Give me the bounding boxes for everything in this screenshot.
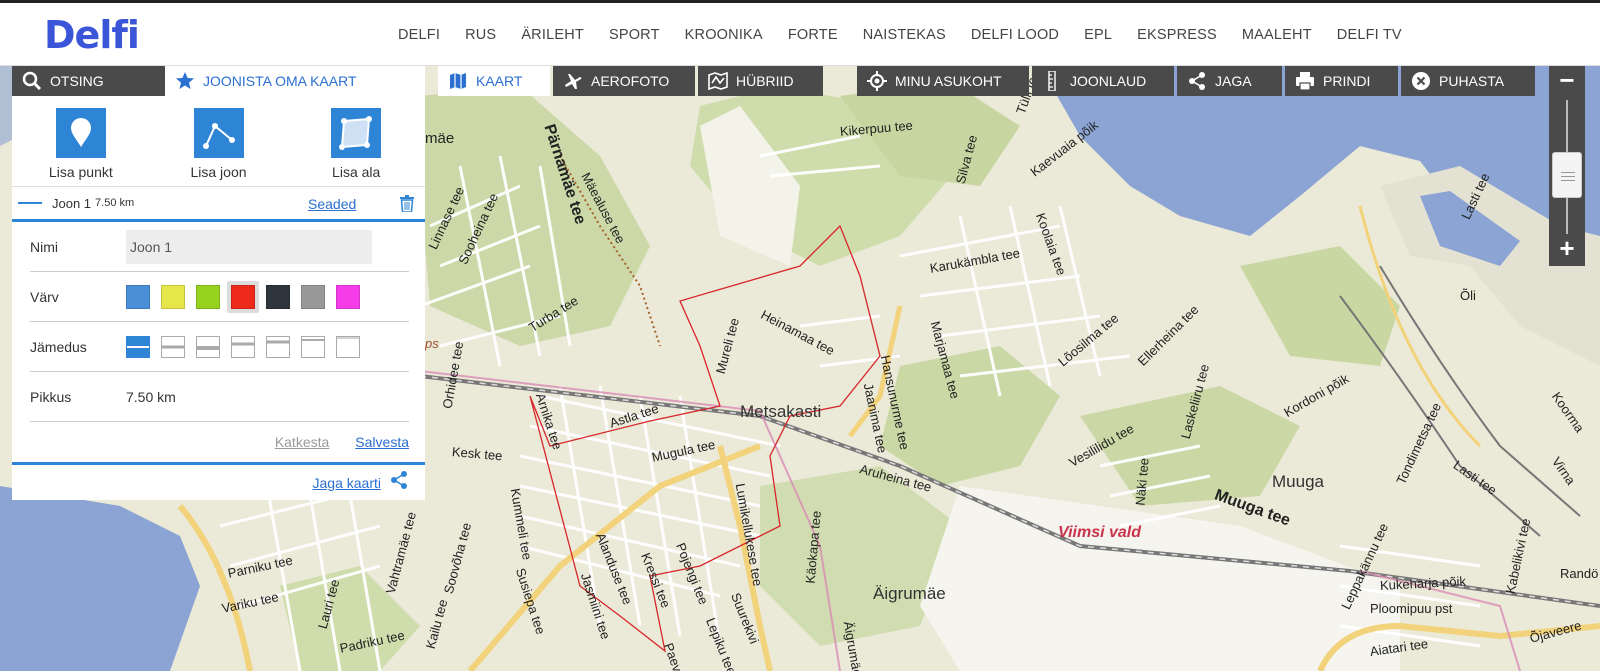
share-icon xyxy=(1187,71,1207,91)
star-icon xyxy=(175,71,195,91)
nav-epl[interactable]: EPL xyxy=(1084,27,1112,43)
nav-delfi[interactable]: DELFI xyxy=(398,27,440,43)
map-type-aerofoto-button[interactable]: AEROFOTO xyxy=(553,66,695,96)
map-type-kaart-button[interactable]: KAART xyxy=(438,66,550,96)
panel-body: Lisa punkt Lisa joon Lisa ala Joon 1 7.5… xyxy=(12,96,425,500)
add-line-tool[interactable]: Lisa joon xyxy=(150,108,288,186)
thickness-option-1[interactable] xyxy=(126,335,150,358)
map-type-hubriid-button[interactable]: HÜBRIID xyxy=(698,66,823,96)
thickness-row: Jämedus xyxy=(30,322,409,372)
clear-button[interactable]: PUHASTA xyxy=(1401,66,1535,96)
street-label: Randö xyxy=(1560,566,1599,581)
color-swatch-yellow[interactable] xyxy=(161,284,185,309)
thickness-option-6[interactable] xyxy=(301,335,325,358)
nav-delfi-tv[interactable]: DELFI TV xyxy=(1337,27,1402,43)
nav-kroonika[interactable]: KROONIKA xyxy=(685,27,763,43)
thickness-option-7[interactable] xyxy=(336,335,360,358)
name-row: Nimi xyxy=(30,222,409,272)
thickness-option-2[interactable] xyxy=(161,335,185,358)
zoom-in-button[interactable]: + xyxy=(1549,234,1585,264)
print-button[interactable]: PRINDI xyxy=(1285,66,1398,96)
nav-ekspress[interactable]: EKSPRESS xyxy=(1137,27,1217,43)
color-row: Värv xyxy=(30,272,409,322)
draw-panel: OTSING JOONISTA OMA KAART Lisa punkt Lis… xyxy=(12,66,425,500)
close-circle-icon xyxy=(1411,71,1431,91)
line-settings-link[interactable]: Seaded xyxy=(308,196,356,212)
save-link[interactable]: Salvesta xyxy=(355,434,409,450)
color-swatch-green[interactable] xyxy=(196,284,220,309)
share-map-row: Jaga kaarti xyxy=(12,462,425,500)
line-tool-icon xyxy=(193,108,244,158)
cancel-link[interactable]: Katkesta xyxy=(275,434,329,450)
share-map-link[interactable]: Jaga kaarti xyxy=(313,475,381,491)
map-tools-toolbar: MINU ASUKOHT JOONLAUD JAGA PRINDI PUHAST… xyxy=(857,66,1538,96)
color-swatch-gray[interactable] xyxy=(301,284,325,309)
color-swatch-blue[interactable] xyxy=(126,284,150,309)
line-style-icon xyxy=(18,202,42,204)
form-actions: Katkesta Salvesta xyxy=(12,422,425,462)
nav-naistekas[interactable]: NAISTEKAS xyxy=(863,27,946,43)
nav-forte[interactable]: FORTE xyxy=(788,27,838,43)
length-row: Pikkus 7.50 km xyxy=(30,372,409,422)
add-point-tool[interactable]: Lisa punkt xyxy=(12,108,150,186)
map-pin-icon xyxy=(55,108,106,158)
color-label: Värv xyxy=(30,288,59,305)
place-label: Metsakasti xyxy=(740,402,822,421)
thickness-label: Jämedus xyxy=(30,338,87,355)
map-icon xyxy=(448,71,468,91)
my-location-button[interactable]: MINU ASUKOHT xyxy=(857,66,1029,96)
tab-search[interactable]: OTSING xyxy=(12,66,165,96)
printer-icon xyxy=(1295,71,1315,91)
nav-arileht[interactable]: ÄRILEHT xyxy=(521,27,584,43)
zoom-control: − + xyxy=(1549,66,1585,266)
draw-tools: Lisa punkt Lisa joon Lisa ala xyxy=(12,96,425,186)
tab-draw-map[interactable]: JOONISTA OMA KAART xyxy=(165,66,425,96)
color-swatch-red[interactable] xyxy=(231,284,255,309)
color-swatch-magenta[interactable] xyxy=(336,284,360,309)
panel-tabs: OTSING JOONISTA OMA KAART xyxy=(12,66,425,96)
name-label: Nimi xyxy=(30,238,58,255)
zoom-out-button[interactable]: − xyxy=(1549,66,1585,96)
ruler-button[interactable]: JOONLAUD xyxy=(1032,66,1174,96)
length-label: Pikkus xyxy=(30,388,72,405)
nav-sport[interactable]: SPORT xyxy=(609,27,660,43)
zoom-slider-handle[interactable] xyxy=(1552,152,1582,198)
nav-delfi-lood[interactable]: DELFI LOOD xyxy=(971,27,1059,43)
ruler-icon xyxy=(1042,71,1062,91)
main-nav: DELFI RUS ÄRILEHT SPORT KROONIKA FORTE N… xyxy=(398,27,1427,43)
place-label: Äigrumäe xyxy=(873,584,946,603)
airplane-icon xyxy=(563,71,583,91)
thickness-option-5[interactable] xyxy=(266,335,290,358)
share-button[interactable]: JAGA xyxy=(1177,66,1282,96)
nav-rus[interactable]: RUS xyxy=(465,27,496,43)
site-header: Delfi DELFI RUS ÄRILEHT SPORT KROONIKA F… xyxy=(0,0,1600,66)
delfi-logo[interactable]: Delfi xyxy=(44,13,140,57)
trash-icon[interactable] xyxy=(400,195,414,215)
place-label: Viimsi vald xyxy=(1058,524,1141,541)
length-value: 7.50 km xyxy=(126,388,176,405)
color-swatch-selected xyxy=(227,280,259,313)
hybrid-map-icon xyxy=(708,71,728,91)
name-input[interactable] xyxy=(126,229,372,264)
street-label: Õli xyxy=(1460,288,1476,303)
share-icon[interactable] xyxy=(389,470,409,495)
place-label: ps xyxy=(425,336,439,351)
place-label: mäe xyxy=(425,130,455,147)
add-area-tool[interactable]: Lisa ala xyxy=(287,108,425,186)
drawn-line-item[interactable]: Joon 1 7.50 km Seaded xyxy=(12,186,425,222)
line-length: 7.50 km xyxy=(95,197,135,209)
area-tool-icon xyxy=(331,108,382,158)
line-name: Joon 1 xyxy=(52,195,92,211)
line-settings-form: Nimi Värv Jämedus xyxy=(12,222,425,422)
crosshair-icon xyxy=(867,71,887,91)
street-label: Ploomipuu pst xyxy=(1370,601,1453,616)
place-label: Muuga xyxy=(1272,472,1324,491)
thickness-option-4[interactable] xyxy=(231,335,255,358)
nav-maaleht[interactable]: MAALEHT xyxy=(1242,27,1312,43)
color-swatch-black[interactable] xyxy=(266,284,290,309)
thickness-option-3[interactable] xyxy=(196,335,220,358)
search-icon xyxy=(22,71,42,91)
map-type-toolbar: KAART AEROFOTO HÜBRIID xyxy=(438,66,826,96)
